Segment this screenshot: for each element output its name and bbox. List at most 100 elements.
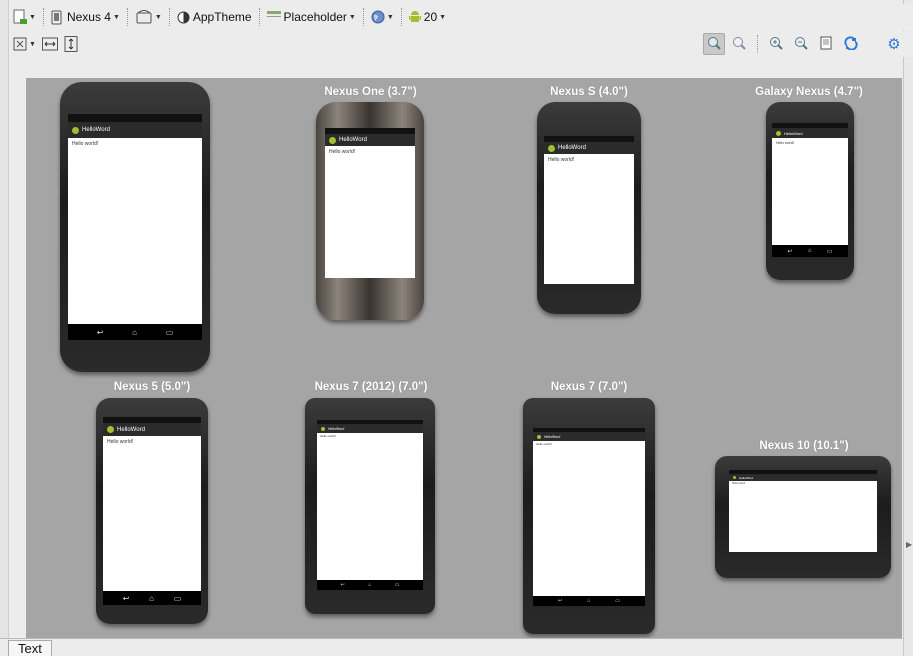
chevron-down-icon: ▼ xyxy=(154,13,162,21)
action-bar: HelloWord xyxy=(325,134,415,146)
separator xyxy=(362,8,364,26)
status-bar xyxy=(68,114,202,122)
zoom-toolbar: ⚙ xyxy=(703,33,905,55)
android-icon xyxy=(408,10,421,24)
device-preview-nexus-7[interactable]: Nexus 7 (7.0") HelloWord Hello world! ↩ … xyxy=(522,381,656,636)
home-icon: ⌂ xyxy=(807,248,812,254)
device-preview-nexus-4[interactable]: HelloWord Hello world! ↩ ⌂ ▭ xyxy=(60,82,210,374)
device-selector[interactable]: Nexus 4 ▼ xyxy=(48,6,123,28)
device-label: Galaxy Nexus (4.7") xyxy=(755,86,863,98)
page-icon xyxy=(820,36,832,53)
device-screen: HelloWord Hello world! ↩ ⌂ ▭ xyxy=(68,114,202,340)
hello-text: Hello world! xyxy=(732,482,746,485)
tab-text[interactable]: Text xyxy=(8,640,52,656)
toggle-height-button[interactable] xyxy=(61,33,81,55)
refresh-button[interactable] xyxy=(840,33,862,55)
toggle-width-button[interactable] xyxy=(39,33,61,55)
layout-toolbar: ▼ Nexus 4 ▼ ▼ AppTheme Placeholder ▼ ▼ 2… xyxy=(10,4,913,30)
separator xyxy=(258,8,260,26)
app-icon xyxy=(537,434,541,439)
api-level-label: 20 xyxy=(423,10,438,24)
recents-icon: ▭ xyxy=(394,582,400,588)
zoom-out-button[interactable] xyxy=(790,33,812,55)
rotate-screen-icon xyxy=(135,10,153,24)
device-label: Nexus 7 (7.0") xyxy=(550,381,628,393)
zoom-out-icon xyxy=(794,36,808,53)
home-icon: ⌂ xyxy=(587,598,591,604)
zoom-in-icon xyxy=(769,36,783,53)
recents-icon: ▭ xyxy=(165,327,174,337)
app-icon xyxy=(107,426,114,433)
device-screen: HelloWord Hello world! xyxy=(325,128,415,278)
action-bar: HelloWord xyxy=(729,474,877,481)
app-icon xyxy=(72,126,79,134)
globe-icon xyxy=(371,10,385,24)
hello-text: Hello world! xyxy=(72,141,99,147)
activity-icon xyxy=(266,11,281,23)
action-bar-title: HelloWord xyxy=(784,130,803,136)
device-bezel: HelloWord Hello world! ↩ ⌂ ▭ xyxy=(305,398,435,614)
expand-icon xyxy=(13,37,27,51)
api-level-selector[interactable]: 20 ▼ xyxy=(406,6,449,28)
expand-frames-button[interactable]: ▼ xyxy=(10,33,39,55)
app-icon xyxy=(733,476,736,479)
app-icon xyxy=(329,136,336,144)
device-preview-nexus-10[interactable]: Nexus 10 (10.1") HelloWord Hello world! xyxy=(714,440,894,582)
zoom-in-button[interactable] xyxy=(765,33,787,55)
device-preview-galaxy-nexus[interactable]: Galaxy Nexus (4.7") HelloWord Hello worl… xyxy=(755,86,863,282)
locale-selector[interactable]: ▼ xyxy=(368,6,397,28)
action-bar-title: HelloWord xyxy=(117,426,145,433)
horizontal-arrows-icon xyxy=(41,37,58,51)
actual-size-button[interactable] xyxy=(728,33,750,55)
zoom-to-fit-button[interactable] xyxy=(703,33,725,55)
device-selector-label: Nexus 4 xyxy=(66,10,111,24)
device-preview-nexus-5[interactable]: Nexus 5 (5.0") HelloWord Hello world! ↩ … xyxy=(94,381,210,626)
recents-icon: ▭ xyxy=(173,593,182,603)
device-bezel: HelloWord Hello world! ↩ ⌂ ▭ xyxy=(523,398,655,634)
chevron-down-icon: ▼ xyxy=(386,13,394,21)
device-preview-nexus-7-2012[interactable]: Nexus 7 (2012) (7.0") HelloWord Hello wo… xyxy=(304,381,438,616)
activity-selector-label: Placeholder xyxy=(283,10,347,24)
nav-bar: ↩ ⌂ ▭ xyxy=(317,580,423,590)
nav-bar: ↩ ⌂ ▭ xyxy=(68,324,202,340)
orientation-selector[interactable]: ▼ xyxy=(132,6,165,28)
chevron-right-icon[interactable]: ▶ xyxy=(906,540,912,549)
hello-text: Hello world! xyxy=(107,439,134,445)
app-icon xyxy=(548,144,555,152)
device-label: Nexus S (4.0") xyxy=(550,86,628,98)
hello-text: Hello world! xyxy=(548,157,575,163)
device-bezel: HelloWord Hello world! xyxy=(316,102,424,320)
refresh-icon xyxy=(843,35,859,53)
new-layout-button[interactable]: ▼ xyxy=(10,6,39,28)
theme-selector[interactable]: AppTheme xyxy=(174,6,255,28)
editor-bottom-tabs xyxy=(0,638,903,656)
separator xyxy=(400,8,402,26)
action-bar: HelloWord xyxy=(533,432,645,441)
activity-selector[interactable]: Placeholder ▼ xyxy=(264,6,359,28)
device-bezel: HelloWord Hello world! ↩ ⌂ ▭ xyxy=(60,82,210,372)
back-icon: ↩ xyxy=(96,327,104,337)
nav-bar: ↩ ⌂ ▭ xyxy=(533,596,645,606)
action-bar-title: HelloWord xyxy=(739,475,753,480)
device-bezel: HelloWord Hello world! ↩ ⌂ ▭ xyxy=(766,102,854,280)
device-preview-nexus-one[interactable]: Nexus One (3.7") HelloWord Hello world! xyxy=(313,86,428,321)
action-bar: HelloWord xyxy=(103,423,201,436)
theme-selector-label: AppTheme xyxy=(192,10,252,24)
back-icon: ↩ xyxy=(340,582,345,588)
left-panel-strip xyxy=(0,0,9,640)
action-bar: HelloWord xyxy=(317,424,423,433)
action-bar-title: HelloWord xyxy=(82,127,110,133)
nav-bar: ↩ ⌂ ▭ xyxy=(103,591,201,605)
home-icon: ⌂ xyxy=(149,593,154,603)
separator xyxy=(42,8,44,26)
settings-button[interactable]: ⚙ xyxy=(883,33,905,55)
device-preview-nexus-s[interactable]: Nexus S (4.0") HelloWord Hello world! xyxy=(534,86,644,316)
nav-bar: ↩ ⌂ ▭ xyxy=(772,245,848,257)
device-label: Nexus One (3.7") xyxy=(324,86,417,98)
device-screen: HelloWord Hello world! ↩ ⌂ ▭ xyxy=(772,123,848,257)
recents-icon: ▭ xyxy=(826,248,833,255)
gear-icon: ⚙ xyxy=(887,36,901,53)
screenshot-button[interactable] xyxy=(815,33,837,55)
action-bar: HelloWord xyxy=(68,122,202,138)
action-bar-title: HelloWord xyxy=(339,137,367,143)
